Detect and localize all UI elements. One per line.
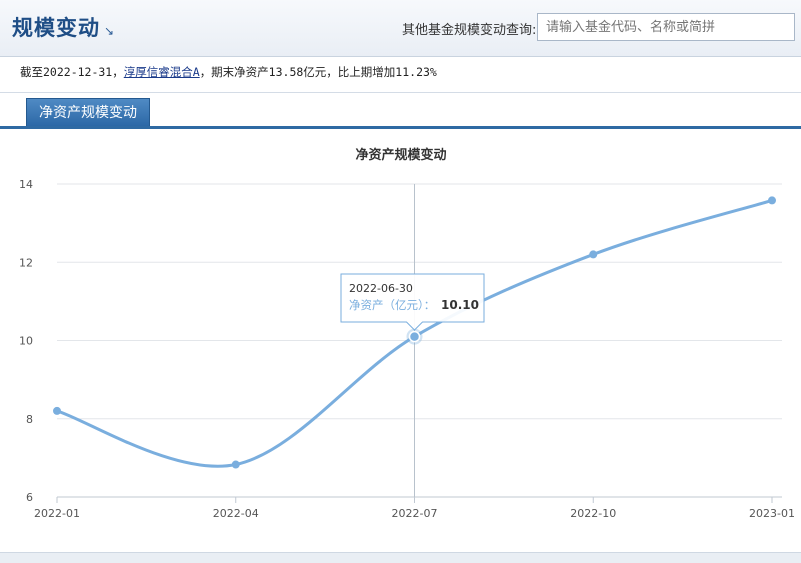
data-point[interactable] (408, 330, 421, 343)
page-title: 规模变动 (12, 16, 100, 40)
data-point[interactable] (768, 196, 776, 205)
tooltip-date: 2022-06-30 (349, 282, 413, 295)
summary-text: 截至2022-12-31，淳厚信睿混合A，期末净资产13.58亿元，比上期增加1… (20, 64, 437, 80)
x-tick-label: 2022-07 (392, 507, 438, 520)
chart-title: 净资产规模变动 (355, 147, 446, 163)
data-point[interactable] (53, 406, 61, 415)
x-tick-label: 2022-01 (34, 507, 80, 520)
chart-container: 净资产规模变动 6 8 10 12 14 2022-01 2022-04 2022-07 2022… (0, 130, 801, 550)
y-tick-label: 14 (19, 178, 33, 191)
tooltip-value: 10.10 (441, 298, 479, 312)
y-tick-label: 8 (26, 413, 33, 426)
y-tick-label: 10 (19, 335, 33, 348)
tooltip-label: 净资产（亿元）： (349, 298, 435, 312)
search-input[interactable] (537, 13, 795, 41)
search-label: 其他基金规模变动查询: (402, 23, 537, 38)
summary-suffix: ，期末净资产13.58亿元，比上期增加11.23% (199, 65, 437, 79)
x-tick-label: 2022-04 (213, 507, 259, 520)
footer-bar (0, 552, 801, 563)
data-point[interactable] (231, 460, 240, 469)
summary-prefix: 截至2022-12-31， (20, 65, 124, 79)
tab-bar: 净资产规模变动 (0, 98, 801, 129)
y-tick-label: 6 (26, 491, 33, 504)
data-point[interactable] (589, 250, 598, 259)
header: 规模变动 ↘ 其他基金规模变动查询: (0, 0, 801, 57)
fund-link[interactable]: 淳厚信睿混合A (124, 65, 200, 79)
tab-net-asset-scale[interactable]: 净资产规模变动 (26, 98, 150, 126)
net-asset-chart: 净资产规模变动 6 8 10 12 14 2022-01 2022-04 2022-07 2022… (19, 147, 795, 520)
divider (0, 92, 801, 93)
x-tick-label: 2022-10 (570, 507, 616, 520)
x-tick-label: 2023-01 (749, 507, 795, 520)
y-tick-label: 12 (19, 256, 33, 269)
title-arrow-icon[interactable]: ↘ (104, 24, 114, 38)
